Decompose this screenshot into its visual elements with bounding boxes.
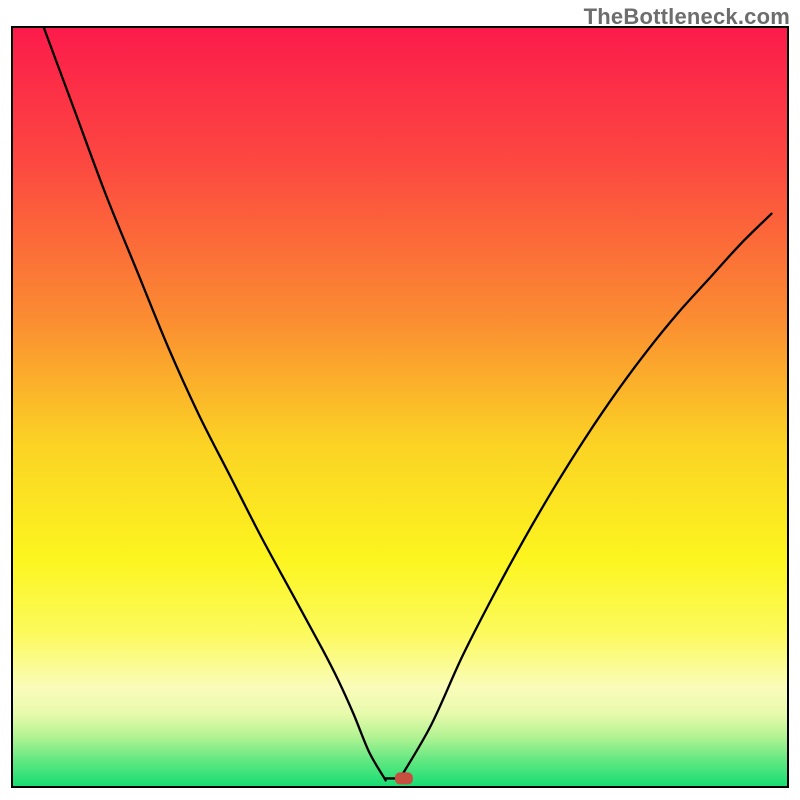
bottleneck-chart xyxy=(0,0,800,800)
plot-area xyxy=(13,28,787,786)
watermark-text: TheBottleneck.com xyxy=(584,4,790,30)
chart-container: TheBottleneck.com xyxy=(0,0,800,800)
optimum-marker xyxy=(395,772,413,784)
